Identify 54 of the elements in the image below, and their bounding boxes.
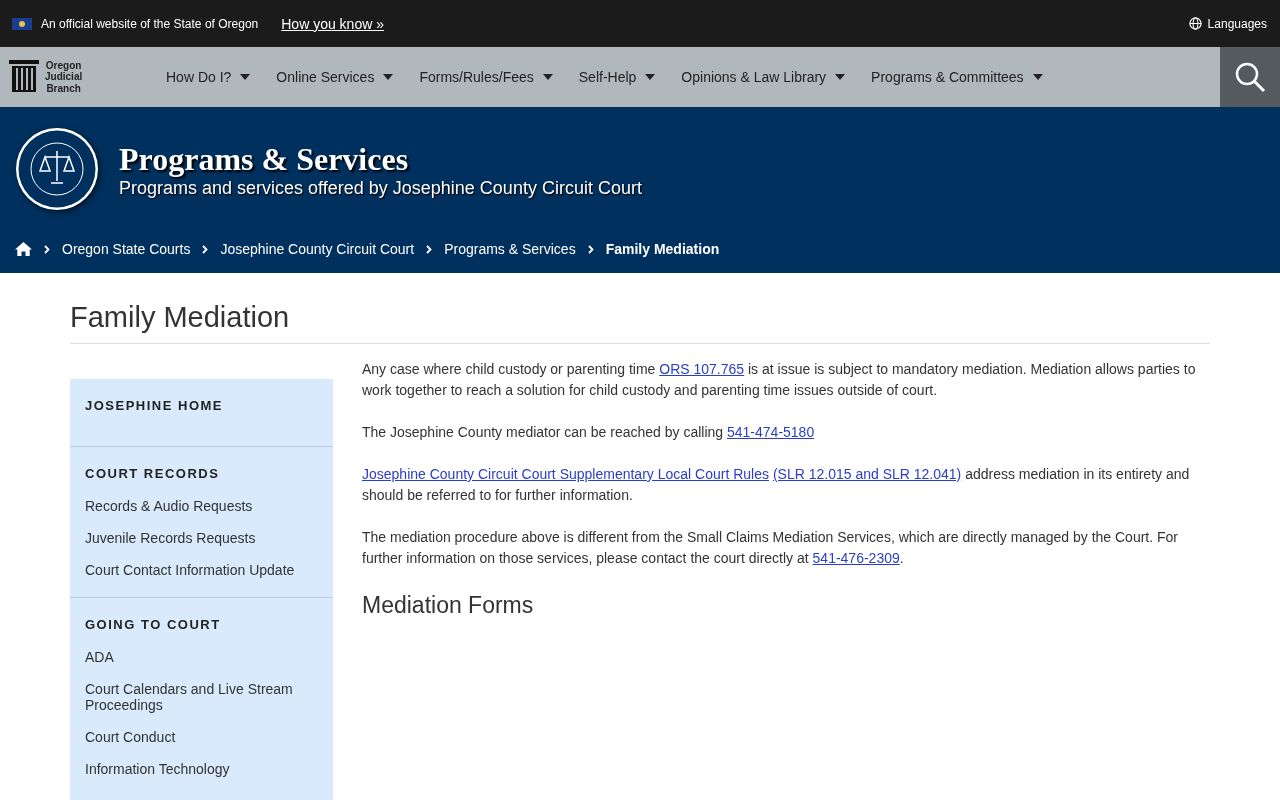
nav-menu-item[interactable]: Self-Help [569, 69, 665, 85]
sidebar-heading[interactable]: JOSEPHINE HOME [70, 379, 333, 434]
pillar-icon [9, 60, 39, 94]
nav-menu-item[interactable]: How Do I? [157, 69, 260, 85]
section-heading: Mediation Forms [362, 591, 535, 620]
search-icon [1234, 61, 1266, 93]
page-title: Family Mediation [70, 273, 1210, 344]
seal-icon [15, 127, 99, 211]
nav-menu-item[interactable]: Forms/Rules/Fees [410, 69, 562, 85]
text-link[interactable]: (SLR 12.015 and SLR 12.041) [772, 466, 962, 482]
search-button[interactable] [1220, 47, 1280, 107]
sidebar-link[interactable]: Court Contact Information Update [70, 553, 333, 585]
sidebar-link[interactable]: ADA [70, 640, 333, 672]
languages-link[interactable]: Languages [1188, 16, 1267, 31]
paragraph: Any case where child custody or parenting time ORS 107.765 is at issue is subject to mandatory mediation. Mediation allows parties to work together to reach a solution for child custody and parenting time issues outside of court. [362, 360, 1197, 400]
globe-icon [1188, 17, 1202, 30]
paragraph: Josephine County Circuit Court Supplementary Local Court Rules (SLR 12.015 and SLR 12.041) address mediation in its entirety and should be referred to for further information. [362, 465, 1191, 505]
breadcrumb-link[interactable]: Oregon State Courts [62, 241, 191, 257]
sidebar-link[interactable]: Information Technology [70, 752, 333, 784]
logo[interactable]: Oregon Judicial Branch [9, 59, 157, 95]
sidebar-link[interactable]: Records & Audio Requests [70, 489, 333, 521]
caret-icon [835, 74, 846, 80]
banner-text: An official website of the State of Oregon [41, 16, 259, 31]
breadcrumb-link[interactable]: Programs & Services [444, 241, 576, 257]
caret-icon [383, 74, 394, 80]
nav-menu-item[interactable]: Programs & Committees [862, 69, 1052, 85]
caret-icon [645, 74, 656, 80]
how-you-know-link[interactable]: How you know » [281, 15, 384, 32]
paragraph: The Josephine County mediator can be reached by calling 541-474-5180 [362, 423, 816, 442]
text-link[interactable]: ORS 107.765 [659, 361, 745, 377]
caret-icon [542, 74, 553, 80]
text-link[interactable]: 541-476-2309 [812, 550, 900, 566]
caret-icon [240, 74, 251, 80]
chevron-icon [426, 244, 433, 254]
caret-icon [1032, 74, 1043, 80]
chevron-icon [202, 244, 209, 254]
flag-icon [12, 17, 32, 30]
sidebar-heading[interactable]: GOING TO COURT [70, 597, 333, 640]
page-header-subtitle: Programs and services offered by Josephine County Circuit Court [119, 177, 642, 199]
text-link[interactable]: 541-474-5180 [727, 424, 815, 440]
text-link[interactable]: Josephine County Circuit Court Supplementary Local Court Rules [362, 466, 769, 482]
sidebar-link[interactable]: Juvenile Records Requests [70, 521, 333, 553]
sidebar-heading[interactable]: COURT RECORDS [70, 446, 333, 489]
breadcrumb-link[interactable]: Family Mediation [605, 241, 720, 257]
page-header-title: Programs & Services [119, 139, 410, 178]
chevron-icon [44, 244, 50, 254]
paragraph: The mediation procedure above is different from the Small Claims Mediation Services, which are directly managed by the Court. For further information on those services, please contact the court directly at 541-476-2309. [362, 528, 1179, 568]
breadcrumb-link[interactable]: Josephine County Circuit Court [220, 241, 415, 257]
nav-menu-item[interactable]: Online Services [267, 69, 403, 85]
nav-menu-item[interactable]: Opinions & Law Library [672, 69, 855, 85]
sidebar-link[interactable]: Court Calendars and Live Stream Proceedings [70, 672, 333, 720]
home-icon[interactable] [15, 242, 32, 256]
sidebar-link[interactable]: Court Conduct [70, 720, 333, 752]
chevron-icon [587, 244, 594, 254]
